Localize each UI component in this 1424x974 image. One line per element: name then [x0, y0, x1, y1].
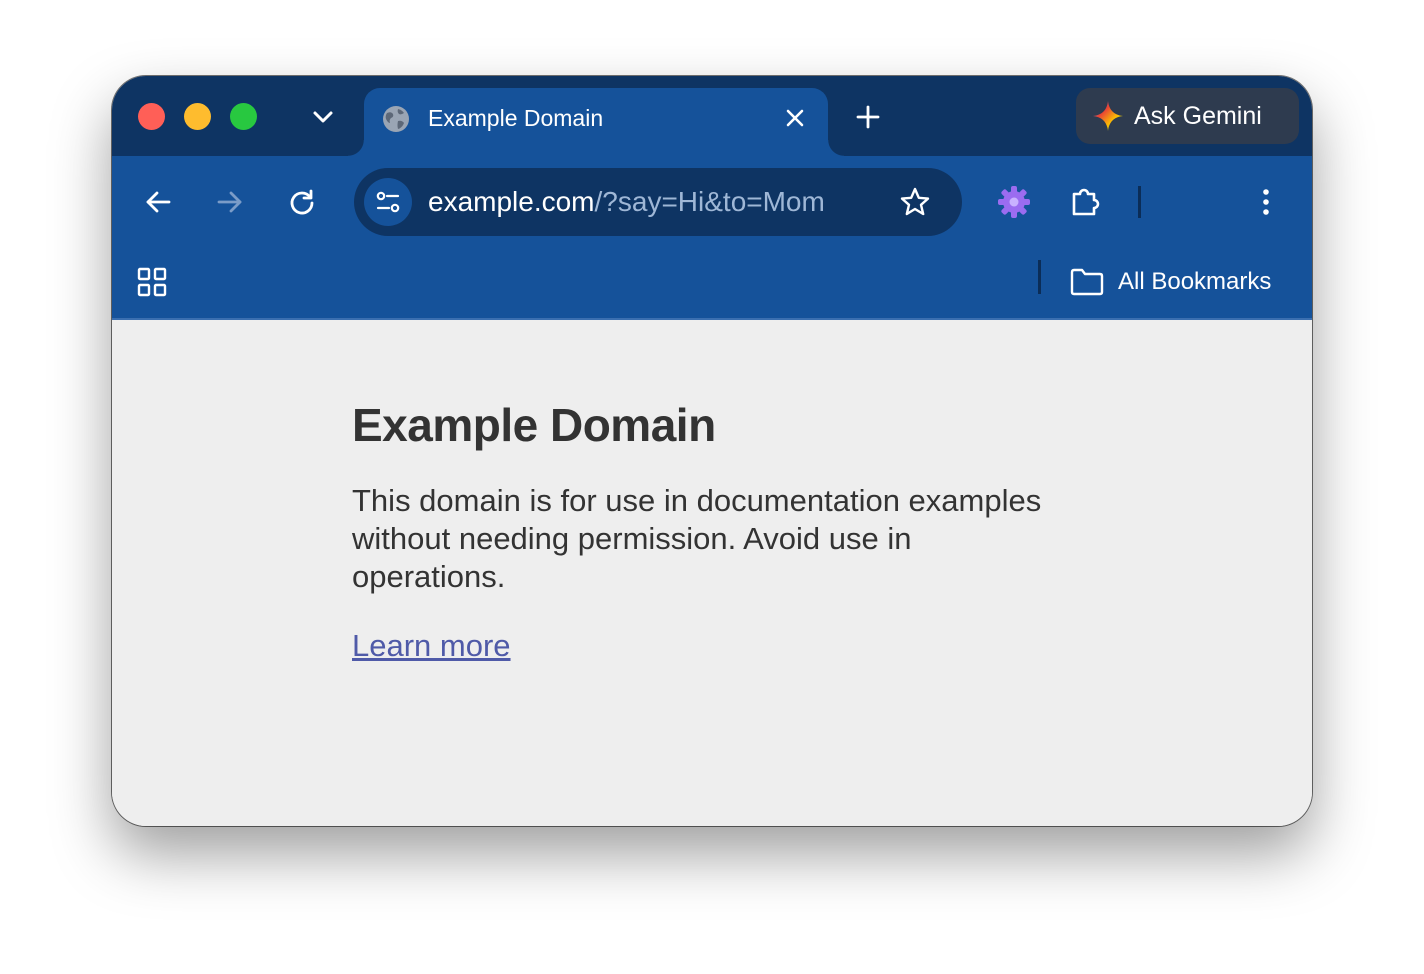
tab-search-button[interactable]	[308, 102, 338, 132]
close-icon	[786, 109, 804, 127]
globe-icon	[383, 106, 409, 132]
tab-close-button[interactable]	[780, 103, 810, 133]
apps-grid-icon	[137, 267, 167, 297]
bookmark-star-button[interactable]	[898, 185, 932, 219]
address-bar[interactable]: example.com/?say=Hi&to=Mom	[354, 168, 962, 236]
all-bookmarks-button[interactable]: All Bookmarks	[1070, 264, 1271, 300]
gemini-sparkle-icon	[1093, 101, 1123, 131]
page-body-text: This domain is for use in documentation …	[352, 483, 1042, 594]
all-bookmarks-label: All Bookmarks	[1118, 268, 1272, 295]
reload-button[interactable]	[282, 182, 322, 222]
extension-button[interactable]	[994, 182, 1034, 222]
more-vertical-icon	[1263, 189, 1269, 215]
toolbar: example.com/?say=Hi&to=Mom	[112, 156, 1312, 246]
star-icon	[900, 187, 930, 216]
reload-icon	[290, 189, 314, 215]
plus-icon	[856, 105, 880, 129]
arrow-left-icon	[146, 191, 171, 213]
window-maximize-button[interactable]	[230, 103, 257, 130]
toolbar-separator	[1138, 186, 1141, 218]
extensions-menu-button[interactable]	[1066, 182, 1106, 222]
bookmarks-separator	[1038, 260, 1041, 294]
chrome-menu-button[interactable]	[1246, 182, 1286, 222]
url-text[interactable]: example.com/?say=Hi&to=Mom	[428, 186, 825, 218]
url-host: example.com	[428, 186, 595, 217]
window-minimize-button[interactable]	[184, 103, 211, 130]
tab-strip: Example Domain Ask Gemini	[112, 76, 1312, 156]
ask-gemini-button[interactable]: Ask Gemini	[1076, 88, 1299, 144]
tune-icon	[376, 191, 400, 213]
tab-title: Example Domain	[428, 105, 604, 131]
url-path: /?say=Hi&to=Mom	[594, 186, 825, 217]
window-close-button[interactable]	[138, 103, 165, 130]
apps-button[interactable]	[132, 262, 172, 302]
chevron-down-icon	[313, 111, 333, 123]
browser-window: Example Domain Ask Gemini example.com/?s…	[112, 76, 1312, 826]
new-tab-button[interactable]	[852, 101, 884, 133]
arrow-right-icon	[217, 191, 242, 213]
puzzle-gear-extension-icon	[998, 186, 1030, 218]
bookmarks-bar: All Bookmarks	[112, 246, 1312, 320]
puzzle-piece-icon	[1072, 188, 1100, 216]
ask-gemini-label: Ask Gemini	[1134, 101, 1262, 130]
back-button[interactable]	[138, 182, 178, 222]
folder-icon	[1070, 268, 1104, 296]
active-tab[interactable]: Example Domain	[348, 88, 844, 156]
site-info-button[interactable]	[364, 178, 412, 226]
forward-button[interactable]	[210, 182, 250, 222]
page-content: Example Domain This domain is for use in…	[112, 320, 1312, 826]
learn-more-link[interactable]: Learn more	[352, 628, 511, 664]
page-heading: Example Domain	[352, 399, 716, 451]
